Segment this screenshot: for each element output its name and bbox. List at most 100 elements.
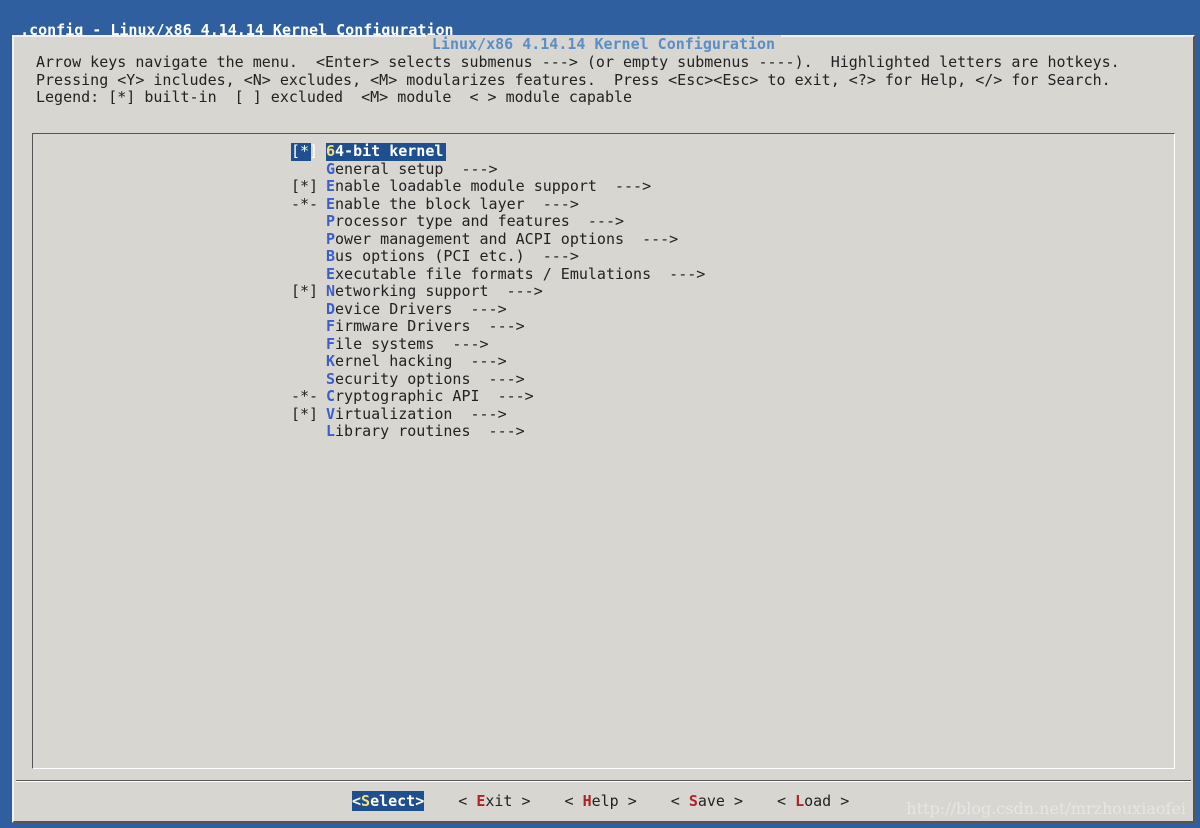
- menu-item-text: us options (PCI etc.): [335, 247, 525, 265]
- help-button[interactable]: < Help >: [565, 791, 637, 811]
- menu-item-marker: [*]: [291, 142, 319, 161]
- button-label: oad: [804, 792, 832, 810]
- submenu-arrow: --->: [470, 317, 525, 335]
- menu-item-text: ower management and ACPI options: [335, 229, 625, 248]
- menu-item[interactable]: -*- Cryptographic API --->: [291, 387, 705, 406]
- menu-item-label: Enable the block layer: [326, 194, 525, 214]
- menu-item[interactable]: [*] Networking support --->: [291, 282, 705, 301]
- button-row: <Select> < Exit > < Help > < Save > < Load >: [352, 791, 883, 811]
- submenu-arrow: --->: [479, 387, 534, 405]
- button-bracket-left: <: [352, 792, 362, 810]
- menu-item[interactable]: Processor type and features --->: [291, 212, 705, 231]
- menu-item-hotkey: E: [326, 264, 336, 283]
- menu-item-label: Processor type and features: [326, 212, 570, 231]
- button-bracket-right: >: [415, 792, 425, 810]
- menu-item-hotkey: K: [326, 352, 336, 370]
- menu-item-label: Networking support: [326, 282, 489, 301]
- menu-item-label: Enable loadable module support: [326, 177, 597, 196]
- button-label: elect: [370, 792, 416, 810]
- menu-item-text: rocessor type and features: [335, 212, 570, 230]
- config-dialog: Linux/x86 4.14.14 Kernel Configuration A…: [12, 35, 1195, 823]
- menu-item-label: File systems: [326, 334, 435, 354]
- menu-item-label: 64-bit kernel: [326, 142, 447, 161]
- button-hotkey: H: [582, 792, 592, 810]
- dialog-title: Linux/x86 4.14.14 Kernel Configuration: [425, 35, 782, 53]
- menu-item-marker: [*]: [291, 404, 319, 423]
- submenu-arrow: --->: [434, 334, 489, 353]
- menu-item-hotkey: F: [326, 334, 336, 353]
- menu-item-hotkey: P: [326, 229, 336, 248]
- menu-item[interactable]: File systems --->: [291, 334, 705, 354]
- menu-item-text: nable loadable module support: [335, 177, 597, 195]
- submenu-arrow: --->: [524, 194, 579, 213]
- menu-item-hotkey: P: [326, 212, 336, 230]
- help-text: Arrow keys navigate the menu. <Enter> se…: [36, 53, 1138, 106]
- save-button[interactable]: < Save >: [671, 791, 743, 811]
- menu-item[interactable]: [*] Virtualization --->: [291, 404, 705, 424]
- menu-item-hotkey: B: [326, 247, 336, 265]
- menu-item[interactable]: -*- Enable the block layer --->: [291, 194, 705, 214]
- button-bracket-right: >: [512, 792, 531, 810]
- button-label: xit: [485, 792, 513, 810]
- menu-item-hotkey: L: [326, 422, 336, 440]
- menu-item[interactable]: Power management and ACPI options --->: [291, 229, 705, 249]
- button-separator: [16, 780, 1191, 782]
- menu-item-label: Device Drivers: [326, 299, 453, 319]
- menu-item-marker: [*]: [291, 177, 319, 195]
- dialog-title-row: Linux/x86 4.14.14 Kernel Configuration: [14, 35, 1193, 53]
- button-hotkey: L: [795, 792, 805, 810]
- menu-item-text: evice Drivers: [335, 299, 453, 318]
- menu-item-text: nable the block layer: [335, 194, 525, 213]
- menu-item-hotkey: C: [326, 387, 336, 405]
- submenu-arrow: --->: [452, 299, 507, 318]
- menu-item-label: Virtualization: [326, 404, 452, 424]
- menu-item[interactable]: Library routines --->: [291, 422, 705, 441]
- menu-item[interactable]: Kernel hacking --->: [291, 352, 705, 371]
- menu-item[interactable]: Executable file formats / Emulations ---…: [291, 264, 706, 284]
- submenu-arrow: --->: [569, 212, 625, 230]
- menu-item-label: Library routines: [326, 422, 471, 441]
- submenu-arrow: --->: [452, 404, 507, 423]
- window-title-bar: .config - Linux/x86 4.14.14 Kernel Confi…: [0, 0, 1200, 39]
- menu-item[interactable]: Device Drivers --->: [291, 299, 705, 319]
- menu-item-label: Security options: [326, 370, 471, 389]
- menu-item-text: irmware Drivers: [335, 317, 471, 335]
- submenu-arrow: --->: [596, 177, 652, 195]
- submenu-arrow: --->: [452, 352, 507, 370]
- menu-item[interactable]: Bus options (PCI etc.) --->: [291, 247, 705, 266]
- menu-item-marker: -*-: [291, 194, 319, 213]
- button-bracket-right: >: [618, 792, 637, 810]
- select-button[interactable]: <Select>: [352, 791, 425, 811]
- button-label: ave: [697, 792, 725, 810]
- menu-item-marker: -*-: [291, 387, 319, 405]
- menu-item-hotkey: G: [326, 159, 336, 178]
- menu-item-hotkey: E: [326, 194, 336, 213]
- exit-button[interactable]: < Exit >: [458, 791, 530, 811]
- menu-list: [*] 64-bit kernel General setup ---> [*] Ena…: [291, 142, 706, 441]
- submenu-arrow: --->: [651, 264, 706, 283]
- menu-item[interactable]: [*] 64-bit kernel: [291, 142, 705, 161]
- menu-item-marker: [*]: [291, 282, 319, 300]
- menu-item[interactable]: General setup --->: [291, 159, 705, 179]
- menu-item[interactable]: Firmware Drivers --->: [291, 317, 705, 336]
- menu-item-hotkey: V: [326, 404, 336, 423]
- submenu-arrow: --->: [524, 247, 579, 265]
- menu-box: [*] 64-bit kernel General setup ---> [*] Ena…: [32, 133, 1175, 769]
- menu-item-hotkey: 6: [326, 142, 336, 160]
- submenu-arrow: --->: [488, 282, 543, 300]
- menu-item-text: 4-bit kernel: [335, 142, 444, 160]
- menu-item-text: ernel hacking: [335, 352, 453, 370]
- menu-item[interactable]: Security options --->: [291, 369, 705, 389]
- menu-item[interactable]: [*] Enable loadable module support --->: [291, 177, 705, 196]
- button-bracket-left: <: [777, 792, 796, 810]
- menu-item-text: etworking support: [335, 282, 489, 300]
- menu-item-label: Cryptographic API: [326, 387, 480, 406]
- button-hotkey: S: [688, 792, 698, 810]
- button-hotkey: S: [361, 792, 371, 810]
- menu-item-text: ile systems: [335, 334, 435, 353]
- menu-item-text: ryptographic API: [335, 387, 480, 405]
- load-button[interactable]: < Load >: [777, 791, 849, 811]
- button-bracket-left: <: [670, 792, 689, 810]
- submenu-arrow: --->: [470, 369, 525, 388]
- menu-item-hotkey: F: [326, 317, 336, 335]
